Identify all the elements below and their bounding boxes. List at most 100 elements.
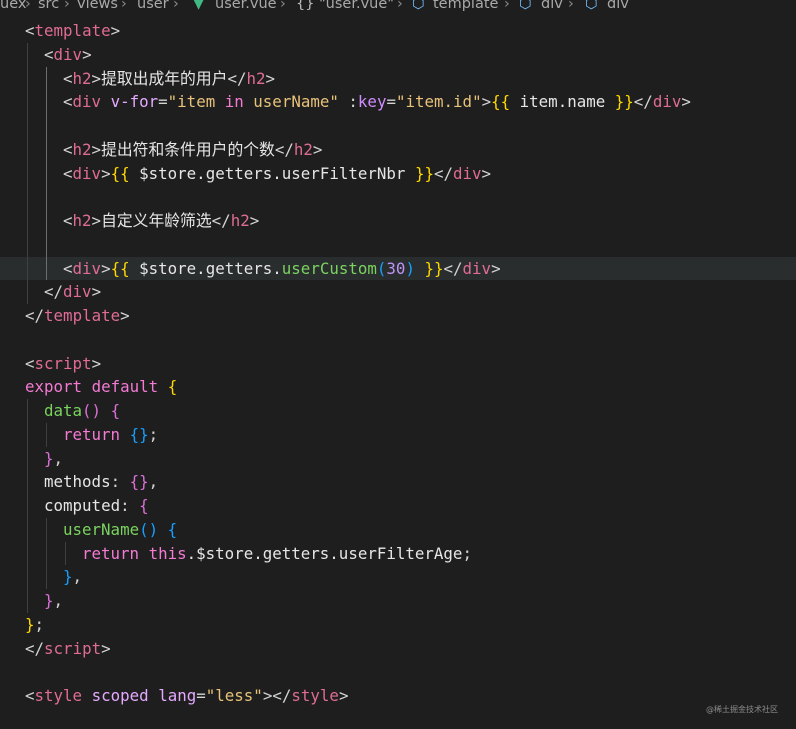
code-token: { (167, 519, 178, 539)
code-token: "item (167, 92, 216, 112)
code-line[interactable]: }, (0, 447, 796, 471)
code-token: < (63, 92, 73, 112)
code-line[interactable] (0, 660, 796, 684)
code-token: {{ (110, 163, 130, 183)
code-token: </ (227, 68, 247, 88)
code-token: style (291, 686, 339, 705)
code-text: <div> (44, 43, 92, 67)
code-line[interactable] (0, 233, 796, 257)
code-line[interactable]: <h2>提出符和条件用户的个数</h2> (0, 138, 796, 162)
breadcrumb-item-module[interactable]: "user.vue" (319, 0, 394, 12)
code-token: {{ (110, 258, 130, 278)
code-token: > (91, 353, 102, 373)
code-token: lang (158, 686, 197, 705)
code-line[interactable]: <style scoped lang="less"></style> (0, 684, 796, 708)
code-line[interactable]: return this.$store.getters.userFilterAge… (0, 542, 796, 566)
code-token: > (312, 139, 323, 159)
code-line[interactable]: methods: {}, (0, 470, 796, 494)
code-token: < (63, 139, 73, 159)
breadcrumb-item-src[interactable]: src (38, 0, 59, 12)
breadcrumb-item-div[interactable]: div (607, 0, 629, 12)
code-token: computed (44, 496, 121, 515)
code-token: div (72, 163, 102, 183)
code-token: style (34, 686, 83, 705)
code-line[interactable]: <div> (0, 43, 796, 67)
breadcrumb-item-template[interactable]: template (433, 0, 498, 12)
code-line[interactable]: return {}; (0, 423, 796, 447)
code-text: <h2>提取出成年的用户</h2> (63, 67, 275, 91)
code-token: h2 (72, 211, 92, 230)
code-line[interactable]: }, (0, 589, 796, 613)
code-token: h2 (72, 68, 92, 88)
code-token: > (91, 282, 102, 302)
breadcrumb-item-views[interactable]: views (77, 0, 118, 12)
code-token: </ (25, 638, 45, 658)
code-token: < (25, 686, 35, 705)
code-line[interactable]: <div>{{ $store.getters.userCustom(30) }}… (0, 256, 796, 281)
code-line[interactable]: </script> (0, 637, 796, 661)
code-token: {{ (491, 92, 511, 112)
code-line[interactable]: data() { (0, 399, 796, 423)
code-line[interactable]: <div v-for="item in userName" :key="item… (0, 90, 796, 114)
code-token: div (652, 92, 682, 112)
code-line[interactable]: </div> (0, 280, 796, 304)
code-token: 30 (386, 258, 406, 278)
code-line[interactable] (0, 328, 796, 352)
code-token: > (82, 44, 92, 64)
breadcrumb-item-div[interactable]: div (541, 0, 563, 12)
code-line[interactable]: <template> (0, 19, 796, 43)
code-line[interactable]: <div>{{ $store.getters.userFilterNbr }}<… (0, 162, 796, 186)
code-token: , (53, 591, 64, 610)
code-editor[interactable]: <template> <div> <h2>提取出成年的用户</h2> <div v-f… (0, 18, 796, 729)
curly-braces-icon: {} (296, 0, 315, 12)
chevron-right-icon: › (280, 0, 286, 12)
code-token: userName (63, 519, 140, 539)
code-token: item.name (510, 92, 615, 112)
code-text: </script> (25, 637, 111, 661)
code-token: 提出符和条件用户的个数 (101, 139, 275, 159)
code-text: export default { (25, 375, 177, 399)
code-token: template (34, 21, 111, 40)
breadcrumb-item-user[interactable]: user (137, 0, 169, 12)
code-token: default (91, 377, 159, 397)
code-line[interactable] (0, 114, 796, 138)
code-token: }} (614, 92, 634, 112)
code-token: < (25, 353, 35, 373)
code-token: } (25, 614, 35, 634)
code-line[interactable]: </template> (0, 304, 796, 328)
code-line[interactable]: }, (0, 565, 796, 589)
code-token: return (82, 543, 140, 563)
code-text: return this.$store.getters.userFilterAge… (82, 542, 472, 566)
code-token: div (72, 258, 102, 278)
code-line[interactable]: <h2>自定义年龄筛选</h2> (0, 209, 796, 233)
chevron-right-icon: › (397, 0, 403, 12)
code-token: script (34, 353, 92, 373)
code-token: < (63, 211, 73, 230)
code-token: > (120, 306, 130, 325)
code-line[interactable]: computed: { (0, 494, 796, 518)
code-token: </ (433, 163, 453, 183)
code-token: h2 (72, 139, 92, 159)
code-token: userCustom (281, 258, 377, 278)
code-line[interactable]: <script> (0, 352, 796, 376)
code-line[interactable] (0, 185, 796, 209)
chevron-right-icon: › (173, 0, 179, 12)
code-token: div (63, 282, 92, 302)
code-token: > (101, 258, 111, 278)
code-token: 提取出成年的用户 (101, 68, 228, 88)
code-line[interactable]: userName() { (0, 518, 796, 542)
element-cube-icon: ⬡ (585, 0, 598, 12)
breadcrumb-item-uex[interactable]: uex (0, 0, 26, 12)
code-line[interactable]: export default { (0, 375, 796, 399)
code-token: { (110, 401, 121, 420)
breadcrumb-item-file[interactable]: user.vue (215, 0, 277, 12)
code-line[interactable]: }; (0, 613, 796, 637)
code-token: > (101, 638, 111, 658)
code-token: ; (34, 614, 45, 634)
code-token: > (110, 21, 121, 40)
code-line[interactable]: <h2>提取出成年的用户</h2> (0, 67, 796, 91)
code-token: : (110, 472, 130, 492)
code-token: .$store.getters.userFilterAge (186, 543, 463, 563)
